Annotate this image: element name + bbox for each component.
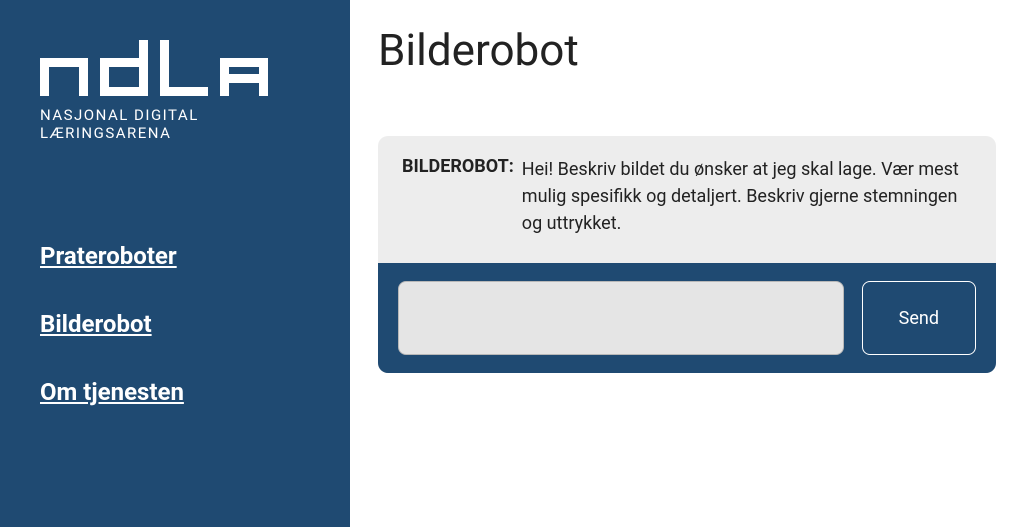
chat-message: BILDEROBOT: Hei! Beskriv bildet du ønske… — [378, 136, 996, 263]
nav-om-tjenesten[interactable]: Om tjenesten — [40, 378, 310, 406]
chat-panel: BILDEROBOT: Hei! Beskriv bildet du ønske… — [378, 136, 996, 373]
nav-bilderobot[interactable]: Bilderobot — [40, 310, 310, 338]
chat-greeting-text: Hei! Beskriv bildet du ønsker at jeg ska… — [522, 156, 972, 237]
ndla-logo-icon — [40, 40, 280, 96]
chat-input-row: Send — [378, 263, 996, 373]
send-button[interactable]: Send — [862, 281, 976, 355]
main: Bilderobot BILDEROBOT: Hei! Beskriv bild… — [350, 0, 1024, 527]
sidebar: NASJONAL DIGITAL LÆRINGSARENA Praterobot… — [0, 0, 350, 527]
nav-links: Prateroboter Bilderobot Om tjenesten — [40, 242, 310, 406]
logo: NASJONAL DIGITAL LÆRINGSARENA — [40, 40, 310, 142]
page-title: Bilderobot — [378, 24, 996, 76]
chat-author: BILDEROBOT: — [402, 156, 514, 177]
logo-tagline: NASJONAL DIGITAL LÆRINGSARENA — [40, 106, 310, 142]
chat-input[interactable] — [398, 281, 844, 355]
nav-prateroboter[interactable]: Prateroboter — [40, 242, 310, 270]
